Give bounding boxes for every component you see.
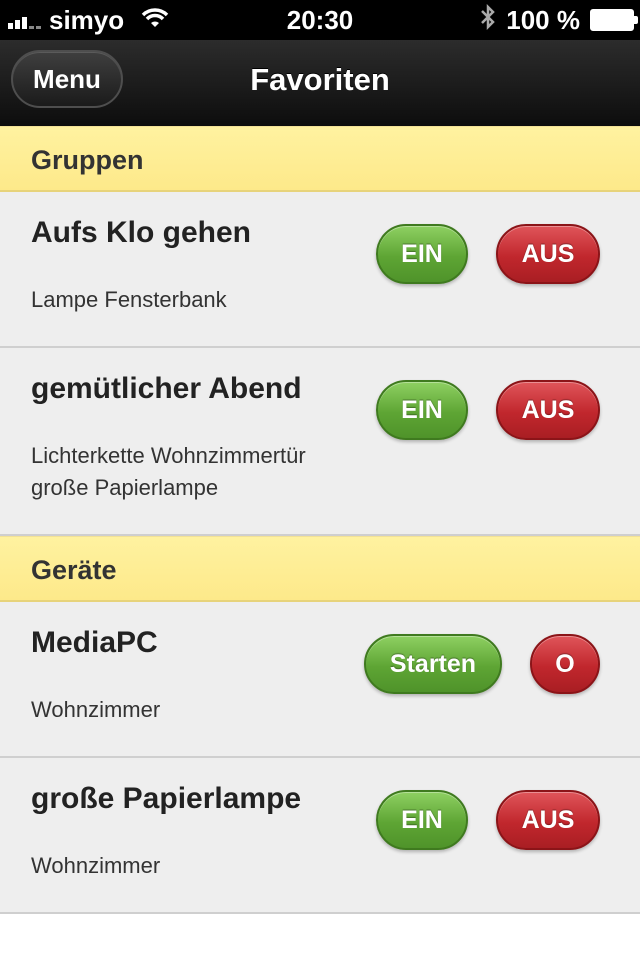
status-bar: simyo 20:30 100 %	[0, 0, 640, 40]
list-item-group: gemütlicher Abend Lichterkette Wohnzimme…	[0, 348, 640, 536]
list-item-device: MediaPC Wohnzimmer Starten O	[0, 602, 640, 758]
section-header-devices: Geräte	[0, 536, 640, 602]
bluetooth-icon	[480, 3, 496, 37]
item-subtitle: Lichterkette Wohnzimmertür große Papierl…	[31, 440, 306, 504]
shutdown-button[interactable]: O	[530, 634, 600, 694]
list-item-device: große Papierlampe Wohnzimmer EIN AUS	[0, 758, 640, 914]
item-subtitle: Wohnzimmer	[31, 694, 160, 726]
item-title: große Papierlampe	[31, 782, 302, 815]
menu-button[interactable]: Menu	[11, 50, 123, 108]
section-header-groups: Gruppen	[0, 126, 640, 192]
navigation-bar: Favoriten Menu	[0, 40, 640, 127]
off-button[interactable]: AUS	[496, 224, 600, 284]
item-title: MediaPC	[31, 626, 158, 659]
item-subtitle: Wohnzimmer	[31, 850, 160, 882]
on-button[interactable]: EIN	[376, 380, 468, 440]
item-title: Aufs Klo gehen	[31, 216, 252, 249]
item-title: gemütlicher Abend	[31, 372, 302, 405]
list-item-group: Aufs Klo gehen Lampe Fensterbank EIN AUS	[0, 192, 640, 348]
favorites-list: Gruppen Aufs Klo gehen Lampe Fensterbank…	[0, 126, 640, 914]
item-device: Lichterkette Wohnzimmertür	[31, 443, 306, 468]
off-button[interactable]: AUS	[496, 790, 600, 850]
battery-percent: 100 %	[506, 4, 580, 35]
item-location: Wohnzimmer	[31, 853, 161, 878]
start-button[interactable]: Starten	[364, 634, 502, 694]
item-location: Wohnzimmer	[31, 697, 161, 722]
on-button[interactable]: EIN	[376, 224, 468, 284]
item-subtitle: Lampe Fensterbank	[31, 284, 227, 316]
item-device: Lampe Fensterbank	[31, 287, 227, 312]
battery-icon	[590, 9, 638, 31]
item-device: große Papierlampe	[31, 475, 219, 500]
status-right: 100 %	[480, 0, 638, 40]
on-button[interactable]: EIN	[376, 790, 468, 850]
off-button[interactable]: AUS	[496, 380, 600, 440]
